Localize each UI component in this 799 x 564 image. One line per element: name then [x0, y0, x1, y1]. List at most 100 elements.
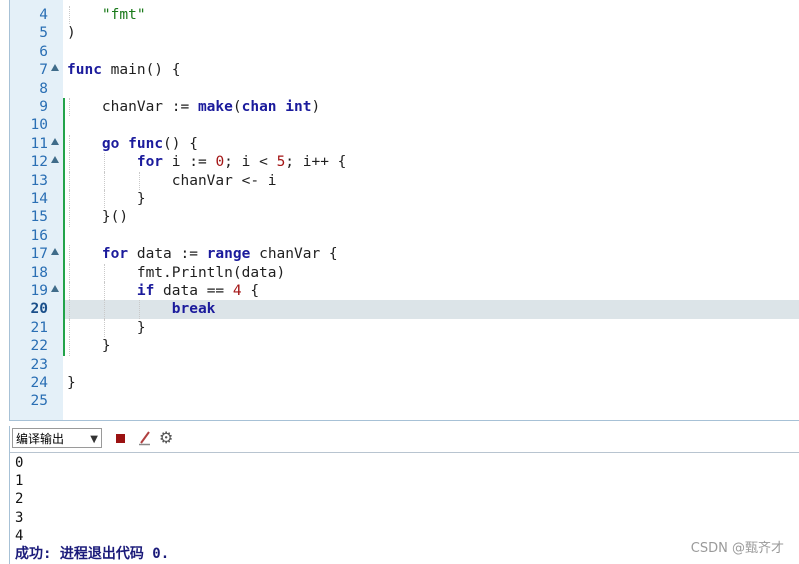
- line-number: 12: [30, 154, 48, 171]
- stop-icon[interactable]: [116, 434, 125, 443]
- code-line[interactable]: 5): [0, 24, 799, 42]
- code-text: }: [67, 374, 76, 392]
- line-number: 15: [30, 209, 48, 226]
- fold-toggle-icon[interactable]: [51, 137, 59, 145]
- fold-toggle-icon[interactable]: [51, 248, 59, 256]
- code-line[interactable]: 11 go func() {: [0, 134, 799, 154]
- line-number: 22: [30, 338, 48, 355]
- code-text: break: [67, 300, 216, 318]
- line-number: 18: [30, 264, 48, 281]
- code-line[interactable]: 6: [0, 43, 799, 61]
- line-number: 11: [30, 135, 48, 152]
- line-number: 14: [30, 191, 48, 207]
- line-number: 10: [30, 117, 48, 134]
- code-token: }: [67, 191, 146, 207]
- code-token: data :=: [128, 246, 207, 263]
- code-token: ): [311, 99, 321, 115]
- keyword-token: int: [285, 99, 312, 115]
- editor-bottom-border: [9, 420, 799, 421]
- line-number: 25: [30, 393, 48, 410]
- output-line: 4: [15, 527, 24, 544]
- line-number: 9: [39, 99, 48, 115]
- line-number: 17: [30, 246, 48, 263]
- code-token: {: [241, 283, 260, 299]
- fold-toggle-icon[interactable]: [51, 156, 59, 164]
- code-line[interactable]: 19 if data == 4 {: [0, 282, 799, 301]
- code-text: "fmt": [67, 6, 146, 24]
- fold-toggle-icon[interactable]: [51, 64, 59, 72]
- code-token: main() {: [101, 62, 181, 79]
- line-number: 20: [30, 301, 48, 318]
- code-text: }: [67, 319, 146, 337]
- watermark: CSDN @甄齐才: [690, 541, 784, 556]
- code-line[interactable]: 10: [0, 116, 799, 134]
- change-marker: [63, 98, 65, 356]
- code-line[interactable]: 25: [0, 392, 799, 410]
- code-line[interactable]: 13 chanVar <- i: [0, 171, 799, 190]
- keyword-token: range: [206, 246, 251, 263]
- line-number: 23: [30, 356, 48, 373]
- code-line[interactable]: 20 break: [0, 300, 799, 319]
- code-token: (: [232, 99, 242, 115]
- code-line[interactable]: 18 fmt.Println(data): [0, 263, 799, 282]
- chevron-down-icon: ▼: [90, 434, 98, 445]
- keyword-token: chan: [241, 99, 277, 115]
- code-line[interactable]: 9 chanVar := make(chan int): [0, 98, 799, 117]
- keyword-token: func: [128, 135, 164, 152]
- code-line[interactable]: 12 for i := 0; i < 5; i++ {: [0, 153, 799, 172]
- number-token: 4: [232, 283, 242, 299]
- code-token: }: [67, 338, 111, 355]
- code-token: chanVar :=: [67, 99, 198, 115]
- code-token: ; i++ {: [285, 154, 347, 171]
- code-line[interactable]: 15 }(): [0, 208, 799, 227]
- code-token: i :=: [163, 154, 216, 171]
- code-text: go func() {: [67, 135, 198, 153]
- string-token: "fmt": [101, 7, 146, 23]
- code-line[interactable]: 22 }: [0, 337, 799, 356]
- code-line[interactable]: 7 func main() {: [0, 61, 799, 79]
- output-panel[interactable]: 0 1234 成功: 进程退出代码 0.: [10, 452, 799, 564]
- keyword-token: if: [136, 283, 155, 299]
- code-text: }: [67, 190, 146, 208]
- keyword-token: make: [197, 99, 233, 115]
- code-token: fmt.Println(data): [67, 264, 286, 281]
- clear-icon[interactable]: [137, 429, 153, 447]
- line-number: 19: [30, 283, 48, 299]
- code-line[interactable]: 24}: [0, 374, 799, 392]
- line-number: 16: [30, 227, 48, 244]
- output-source-select[interactable]: 编译输出 ▼: [12, 428, 102, 448]
- code-token: ; i <: [224, 154, 277, 171]
- code-text: if data == 4 {: [67, 282, 259, 300]
- code-text: fmt.Println(data): [67, 264, 285, 282]
- line-number: 13: [30, 172, 48, 189]
- line-number: 24: [30, 375, 48, 391]
- code-line[interactable]: 23: [0, 356, 799, 374]
- code-line[interactable]: 4 "fmt": [0, 6, 799, 25]
- code-text: }(): [67, 208, 128, 226]
- code-line[interactable]: 16: [0, 227, 799, 245]
- code-line[interactable]: 8: [0, 80, 799, 98]
- code-token: data ==: [154, 283, 233, 299]
- number-token: 0: [215, 154, 225, 171]
- gear-icon[interactable]: ⚙: [159, 429, 173, 447]
- line-number: 21: [30, 319, 48, 336]
- keyword-token: for: [136, 154, 164, 171]
- output-status: 成功: 进程退出代码 0.: [15, 546, 170, 562]
- code-text: }: [67, 337, 111, 355]
- keyword-token: go: [101, 135, 120, 152]
- code-line[interactable]: 14 }: [0, 190, 799, 209]
- fold-toggle-icon[interactable]: [51, 285, 59, 292]
- code-text: chanVar := make(chan int): [67, 98, 320, 116]
- code-line[interactable]: 21 }: [0, 318, 799, 338]
- output-line: 2: [15, 491, 24, 508]
- code-editor[interactable]: 4 "fmt" 5) 6 7 func main() {8 9 chanVar := ma…: [0, 0, 799, 421]
- number-token: 5: [276, 154, 286, 171]
- line-number: 6: [39, 43, 48, 60]
- code-line[interactable]: 17 for data := range chanVar {: [0, 245, 799, 264]
